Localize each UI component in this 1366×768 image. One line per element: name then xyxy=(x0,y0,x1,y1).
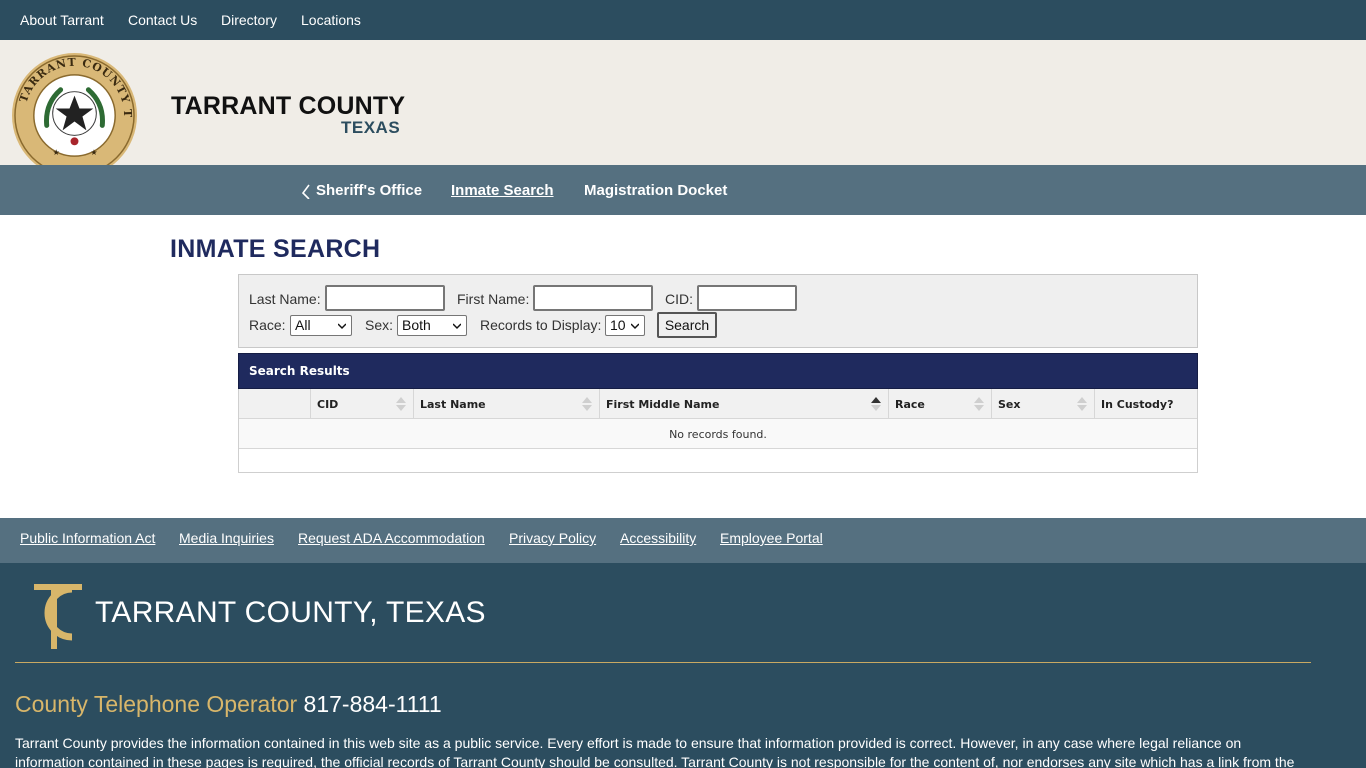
column-race-label: Race xyxy=(895,398,925,411)
race-select-value: All xyxy=(295,317,311,333)
results-panel: Search Results CID Last Name First Middl… xyxy=(238,353,1198,473)
nav-link-about[interactable]: About Tarrant xyxy=(20,12,104,28)
nav-link-contact[interactable]: Contact Us xyxy=(128,12,197,28)
nav-link-locations[interactable]: Locations xyxy=(301,12,361,28)
county-subtitle: TEXAS xyxy=(341,118,401,137)
first-name-input[interactable] xyxy=(533,285,653,311)
sort-ascending-icon xyxy=(871,397,881,411)
footer-link-accessibility[interactable]: Accessibility xyxy=(620,530,696,546)
site-footer: TARRANT COUNTY, TEXAS County Telephone O… xyxy=(0,563,1366,768)
sort-icon xyxy=(396,397,406,411)
nav-link-directory[interactable]: Directory xyxy=(221,12,277,28)
footer-divider xyxy=(15,662,1311,663)
sort-icon xyxy=(1077,397,1087,411)
column-last-name[interactable]: Last Name xyxy=(414,389,600,419)
footer-link-public-information-act[interactable]: Public Information Act xyxy=(20,530,155,546)
footer-links-bar: Public Information Act Media Inquiries R… xyxy=(0,518,1366,563)
results-column-headers: CID Last Name First Middle Name Race Sex… xyxy=(239,389,1197,419)
column-sex[interactable]: Sex xyxy=(992,389,1095,419)
svg-text:★: ★ xyxy=(53,148,60,157)
svg-text:★: ★ xyxy=(90,148,97,157)
sort-icon xyxy=(974,397,984,411)
footer-link-privacy-policy[interactable]: Privacy Policy xyxy=(509,530,596,546)
column-last-name-label: Last Name xyxy=(420,398,486,411)
column-cid-label: CID xyxy=(317,398,339,411)
section-nav: Sheriff's Office Inmate Search Magistrat… xyxy=(0,165,1366,215)
column-first-middle-name[interactable]: First Middle Name xyxy=(600,389,889,419)
column-in-custody-label: In Custody? xyxy=(1101,398,1174,411)
chevron-left-icon[interactable] xyxy=(300,183,312,199)
cid-label: CID: xyxy=(665,291,693,307)
subnav-sheriffs-office[interactable]: Sheriff's Office xyxy=(316,182,422,199)
footer-title: TARRANT COUNTY, TEXAS xyxy=(95,596,486,629)
chevron-down-icon xyxy=(631,323,639,330)
column-blank xyxy=(239,389,311,419)
sex-label: Sex: xyxy=(365,317,394,333)
records-label: Records to Display: xyxy=(480,317,602,333)
empty-message: No records found. xyxy=(669,428,767,441)
sort-icon xyxy=(582,397,592,411)
race-label: Race: xyxy=(249,317,286,333)
top-nav-bar: About Tarrant Contact Us Directory Locat… xyxy=(0,0,1366,40)
county-title: TARRANT COUNTY xyxy=(171,92,406,120)
column-race[interactable]: Race xyxy=(889,389,992,419)
county-seal-icon[interactable]: TARRANT COUNTY TEXAS ★ ★ xyxy=(11,52,138,179)
county-operator: County Telephone Operator 817-884-1111 xyxy=(15,691,442,718)
cid-input[interactable] xyxy=(697,285,797,311)
column-sex-label: Sex xyxy=(998,398,1021,411)
subnav-magistration-docket[interactable]: Magistration Docket xyxy=(584,182,727,199)
subnav-inmate-search[interactable]: Inmate Search xyxy=(451,182,554,199)
last-name-label: Last Name: xyxy=(249,291,321,307)
results-header: Search Results xyxy=(238,353,1198,389)
search-button[interactable]: Search xyxy=(657,312,717,338)
page-title: INMATE SEARCH xyxy=(170,235,381,263)
operator-phone[interactable]: 817-884-1111 xyxy=(304,691,442,717)
column-first-middle-name-label: First Middle Name xyxy=(606,398,720,411)
disclaimer-text: Tarrant County provides the information … xyxy=(15,735,1295,768)
footer-link-ada-accommodation[interactable]: Request ADA Accommodation xyxy=(298,530,485,546)
chevron-down-icon xyxy=(453,323,461,330)
column-in-custody[interactable]: In Custody? xyxy=(1095,389,1197,419)
chevron-down-icon xyxy=(338,323,346,330)
column-cid[interactable]: CID xyxy=(311,389,414,419)
sex-select[interactable]: Both xyxy=(397,315,467,336)
footer-link-media-inquiries[interactable]: Media Inquiries xyxy=(179,530,274,546)
first-name-label: First Name: xyxy=(457,291,530,307)
tc-monogram-icon xyxy=(34,584,82,649)
race-select[interactable]: All xyxy=(290,315,352,336)
site-header: TARRANT COUNTY TEXAS ★ ★ TARRANT COUNTY … xyxy=(0,40,1366,179)
footer-link-employee-portal[interactable]: Employee Portal xyxy=(720,530,823,546)
sex-select-value: Both xyxy=(402,317,431,333)
results-title: Search Results xyxy=(249,364,350,378)
records-select-value: 10 xyxy=(610,317,626,333)
records-select[interactable]: 10 xyxy=(605,315,645,336)
last-name-input[interactable] xyxy=(325,285,445,311)
search-form: Last Name: First Name: CID: Race: All Se… xyxy=(238,274,1198,348)
operator-label: County Telephone Operator xyxy=(15,691,298,717)
table-row: No records found. xyxy=(239,419,1197,449)
